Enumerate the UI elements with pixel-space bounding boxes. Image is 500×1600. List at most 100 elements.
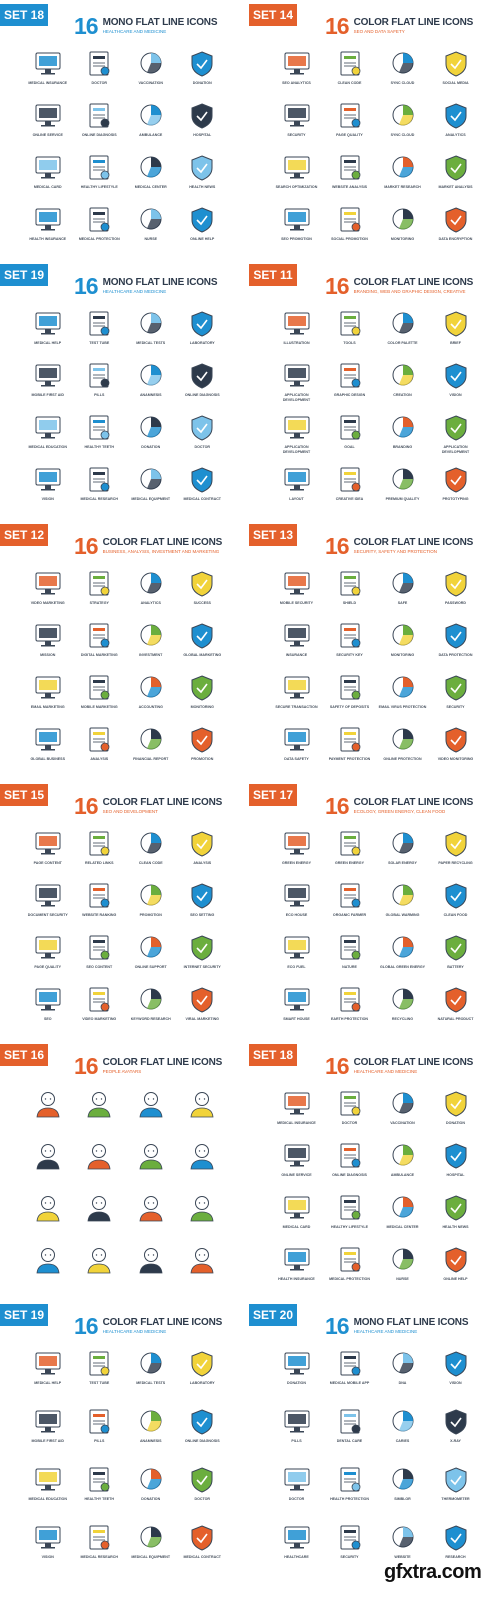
icons-grid: GREEN ENERGY GREEN ENERGY SOLAR ENERGY PAPE… (270, 824, 482, 1032)
icon-label: SEO ANALYTICS (282, 81, 311, 85)
icon-label: MONITORING (390, 237, 415, 241)
hospital-icon (191, 103, 213, 129)
icon-label: GOAL (344, 445, 355, 449)
online-diagnosis-icon (191, 1409, 213, 1435)
set-title: COLOR FLAT LINE ICONS (102, 537, 223, 548)
doctor-icon (284, 1468, 309, 1491)
set-title: COLOR FLAT LINE ICONS (353, 1057, 474, 1068)
icon-label: CARIES (395, 1439, 410, 1443)
email-marketing-icon (35, 676, 61, 699)
icon-item (125, 1188, 177, 1240)
icon-count: 16 (325, 533, 350, 559)
icon-item (22, 1188, 74, 1240)
investment-icon (140, 624, 162, 646)
icon-label: ANALYSIS (90, 757, 109, 761)
icon-item: SECURE TRANSACTION (270, 668, 323, 720)
icon-item: WEBSITE ANALYSIS (323, 148, 376, 200)
icon-item: VISION (22, 1518, 74, 1576)
icon-item: NURSE (376, 1240, 429, 1292)
icon-count: 16 (74, 1053, 99, 1079)
icon-label: THERMOMETER (441, 1497, 470, 1501)
set-title: COLOR FLAT LINE ICONS (353, 17, 474, 28)
icon-item: HEALTH NEWS (177, 148, 229, 200)
icon-item: DOCTOR (177, 1460, 229, 1518)
icon-item: DNA (376, 1344, 429, 1402)
icon-label: PAGE CONTENT (33, 861, 62, 865)
icon-item: PAPER RECYCLING (429, 824, 482, 876)
medical-help-icon (35, 312, 61, 335)
mobile-marketing-icon (89, 675, 110, 700)
icon-label: VIRAL MARKETING (185, 1017, 219, 1021)
icon-label: LABORATORY (189, 1381, 215, 1385)
icons-grid: MEDICAL HELP TEST TUBE MEDICAL TESTS LABORA… (22, 1344, 228, 1576)
icon-label: AMBULANCE (390, 1173, 415, 1177)
set-header: 16 MONO FLAT LINE ICONS HEALTHCARE AND MED… (74, 14, 217, 38)
caries-icon (392, 1410, 413, 1432)
icon-item: MOBILE FIRST AID (22, 1402, 74, 1460)
avatar-icon (190, 1196, 214, 1222)
icon-item: PROTOTYPING (429, 460, 482, 512)
icon-item: PILLS (74, 356, 126, 408)
icon-label: VACCINATION (390, 1121, 415, 1125)
icon-item: MARKET RESEARCH (376, 148, 429, 200)
icon-label: PAGE QUALITY (336, 133, 363, 137)
avatar-icon (87, 1092, 111, 1118)
icon-label: MOBILE FIRST AID (31, 393, 64, 397)
icon-label: RELATED LINKS (85, 861, 114, 865)
safety-of-deposits-icon (340, 675, 360, 700)
icon-item: MONITORING (376, 616, 429, 668)
icon-item: SECURITY (429, 668, 482, 720)
eco-house-icon (284, 884, 309, 907)
icon-item: GLOBAL MARKETING (177, 616, 229, 668)
icon-item: NATURE (323, 928, 376, 980)
icon-item: GOAL (323, 408, 376, 460)
page-quality-icon (340, 103, 360, 128)
icon-set-panel: SET 19 16 MONO FLAT LINE ICONS HEALTHCARE A… (0, 260, 245, 520)
icon-label: VISION (449, 393, 462, 397)
icon-item: DONATION (125, 1460, 177, 1518)
analysis-icon (191, 831, 213, 857)
icon-item: GRAPHIC DESIGN (323, 356, 376, 408)
laboratory-icon (191, 311, 213, 337)
medical-center-icon (392, 1196, 413, 1218)
icon-label: SECURITY (340, 1555, 359, 1559)
icon-item: ANALYSIS (177, 824, 229, 876)
icon-label: MOBILE MARKETING (80, 705, 118, 709)
icon-item: SECURITY (270, 96, 323, 148)
avatar-icon (36, 1144, 60, 1170)
icon-item: ANALYTICS (429, 96, 482, 148)
illustration-icon (284, 312, 309, 335)
set-subtitle: HEALTHCARE AND MEDICINE (353, 1329, 418, 1334)
ambulance-icon (140, 104, 162, 126)
icon-item: MEDICAL RESEARCH (74, 1518, 126, 1576)
payment-protection-icon (340, 727, 360, 752)
icon-item (22, 1240, 74, 1292)
icon-item: MEDICAL INSURANCE (22, 44, 74, 96)
healthy-lifestyle-icon (340, 1195, 360, 1220)
anamnesis-icon (140, 1410, 162, 1432)
simblor-icon (392, 1468, 413, 1490)
icon-count: 16 (74, 1313, 99, 1339)
set-subtitle: HEALTHCARE AND MEDICINE (102, 1329, 167, 1334)
set-badge: SET 13 (249, 524, 297, 546)
website-icon (392, 1526, 413, 1548)
icon-item: MONITORING (177, 668, 229, 720)
icon-label: LABORATORY (189, 341, 215, 345)
video-marketing-icon (35, 572, 61, 595)
icon-label: INSURANCE (285, 653, 308, 657)
icon-label: MOBILE FIRST AID (31, 1439, 64, 1443)
avatar-icon (139, 1248, 163, 1274)
icon-label: MEDICAL PROTECTION (329, 1277, 370, 1281)
icon-label: TOOLS (343, 341, 356, 345)
icon-label: MARKET RESEARCH (384, 185, 421, 189)
medical-center-icon (140, 156, 162, 178)
icon-set-panel: SET 16 16 COLOR FLAT LINE ICONS PEOPLE AVAT… (0, 1040, 245, 1300)
icon-label: DNA (398, 1381, 407, 1385)
icon-item: CARIES (376, 1402, 429, 1460)
icon-item: APPLICATION DEVELOPMENT (270, 408, 323, 460)
icon-item: SECURITY KEY (323, 616, 376, 668)
icon-item: CLEAN CODE (125, 824, 177, 876)
promotion-icon (140, 884, 162, 906)
icon-item: PILLS (74, 1402, 126, 1460)
icon-item: SEO ANALYTICS (270, 44, 323, 96)
